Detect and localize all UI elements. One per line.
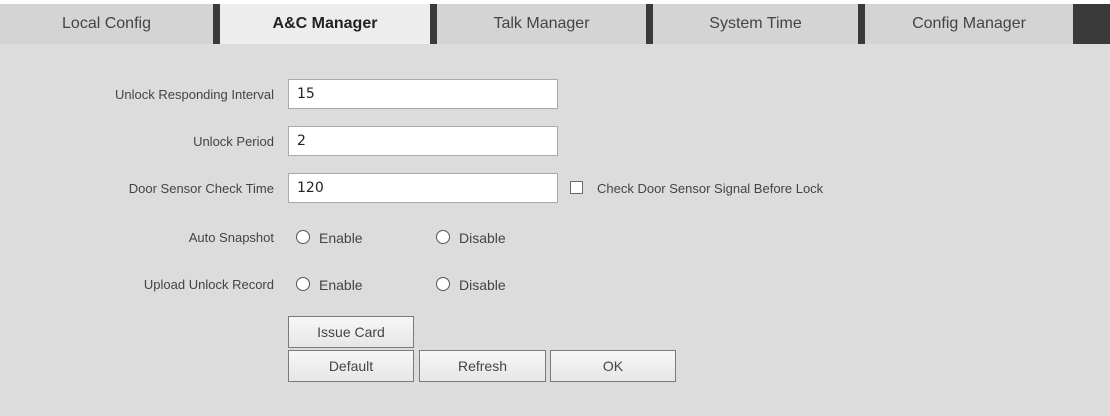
door-sensor-check-option: Check Door Sensor Signal Before Lock (570, 181, 823, 197)
tab-separator (213, 4, 220, 44)
auto-snapshot-disable-label: Disable (459, 230, 506, 246)
radio-icon[interactable] (296, 277, 310, 291)
default-button[interactable]: Default (288, 350, 414, 382)
issue-card-button[interactable]: Issue Card (288, 316, 414, 348)
auto-snapshot-row: Auto Snapshot Enable Disable (0, 222, 1110, 254)
tab-separator (646, 4, 653, 44)
tab-talk-manager[interactable]: Talk Manager (437, 4, 646, 44)
upload-unlock-record-disable-label: Disable (459, 277, 506, 293)
tab-ac-manager[interactable]: A&C Manager (220, 4, 430, 44)
radio-icon[interactable] (436, 230, 450, 244)
door-sensor-row: Door Sensor Check Time Check Door Sensor… (0, 173, 1110, 205)
unlock-interval-row: Unlock Responding Interval (0, 79, 1110, 111)
unlock-period-label: Unlock Period (193, 134, 274, 149)
upload-unlock-record-enable-option[interactable]: Enable (296, 277, 363, 293)
door-sensor-check-time-input[interactable] (288, 173, 558, 203)
upload-unlock-record-enable-label: Enable (319, 277, 363, 293)
refresh-button[interactable]: Refresh (419, 350, 546, 382)
checkbox-icon[interactable] (570, 181, 583, 194)
upload-unlock-record-row: Upload Unlock Record Enable Disable (0, 269, 1110, 301)
unlock-period-row: Unlock Period (0, 126, 1110, 158)
auto-snapshot-enable-label: Enable (319, 230, 363, 246)
unlock-interval-label: Unlock Responding Interval (115, 87, 274, 102)
door-sensor-label: Door Sensor Check Time (128, 181, 274, 196)
ok-button[interactable]: OK (550, 350, 676, 382)
unlock-interval-input[interactable] (288, 79, 558, 109)
door-sensor-checkbox-label: Check Door Sensor Signal Before Lock (597, 181, 824, 196)
tab-local-config[interactable]: Local Config (0, 4, 213, 44)
upload-unlock-record-label: Upload Unlock Record (143, 277, 274, 292)
tab-system-time[interactable]: System Time (653, 4, 858, 44)
auto-snapshot-label: Auto Snapshot (188, 230, 274, 245)
tab-separator (430, 4, 437, 44)
radio-icon[interactable] (436, 277, 450, 291)
tab-config-manager[interactable]: Config Manager (865, 4, 1073, 44)
tab-bar: Local Config A&C Manager Talk Manager Sy… (0, 0, 1110, 44)
radio-icon[interactable] (296, 230, 310, 244)
auto-snapshot-disable-option[interactable]: Disable (436, 230, 506, 246)
tab-separator (858, 4, 865, 44)
upload-unlock-record-disable-option[interactable]: Disable (436, 277, 506, 293)
ac-manager-panel: Unlock Responding Interval Unlock Period… (0, 44, 1110, 416)
unlock-period-input[interactable] (288, 126, 558, 156)
auto-snapshot-enable-option[interactable]: Enable (296, 230, 363, 246)
